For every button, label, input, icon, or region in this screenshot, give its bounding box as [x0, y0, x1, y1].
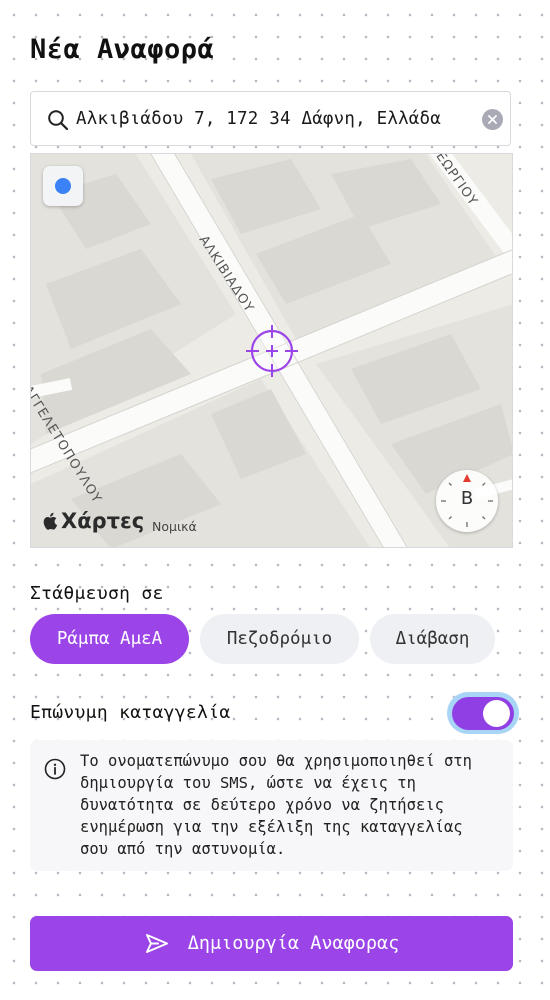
info-box: Το ονοματεπώνυμο σου θα χρησιμοποιηθεί σ…	[30, 740, 513, 871]
page-title: Νέα Αναφορά	[30, 34, 215, 65]
location-dot-icon	[55, 178, 71, 194]
maps-brand-text: Χάρτες	[61, 509, 145, 533]
apple-logo-icon	[43, 512, 58, 530]
search-icon	[48, 110, 69, 131]
info-text: Το ονοματεπώνυμο σου θα χρησιμοποιηθεί σ…	[80, 752, 472, 858]
maps-logo: Χάρτες	[43, 509, 144, 533]
clear-icon	[488, 115, 497, 124]
address-search-bar[interactable]	[30, 91, 511, 146]
parking-option-sidewalk[interactable]: Πεζοδρόμιο	[200, 614, 359, 664]
crosshair-icon	[246, 325, 298, 377]
parking-options: Ράμπα ΑμεΑ Πεζοδρόμιο Διάβαση	[30, 614, 510, 664]
clear-search-button[interactable]	[482, 109, 503, 130]
create-report-label: Δημιουργία Αναφορας	[187, 933, 400, 954]
parking-section-label: Στάθμευση σε	[30, 583, 164, 604]
toggle-track	[452, 696, 514, 730]
map-view[interactable]: ΑΛΚΙΒΙΑΔΟΥ ΓΕΩΡΓΙΟΥ ΑΓΓΕΛΕΤΟΠΟΥΛΟΥ Β Χάρ…	[30, 153, 513, 548]
compass-button[interactable]: Β	[436, 470, 498, 532]
address-search-input[interactable]	[76, 92, 471, 145]
legal-link[interactable]: Νομικά	[152, 519, 197, 534]
create-report-button[interactable]: Δημιουργία Αναφορας	[30, 916, 513, 971]
parking-option-crosswalk[interactable]: Διάβαση	[370, 614, 495, 664]
named-report-toggle[interactable]	[447, 692, 519, 734]
toggle-knob	[483, 699, 510, 727]
info-icon	[44, 758, 66, 780]
compass-letter: Β	[460, 488, 474, 509]
named-report-label: Επώνυμη καταγγελία	[30, 702, 231, 723]
current-location-button[interactable]	[43, 166, 83, 206]
parking-option-ramp[interactable]: Ράμπα ΑμεΑ	[30, 614, 189, 664]
send-icon	[145, 933, 168, 953]
